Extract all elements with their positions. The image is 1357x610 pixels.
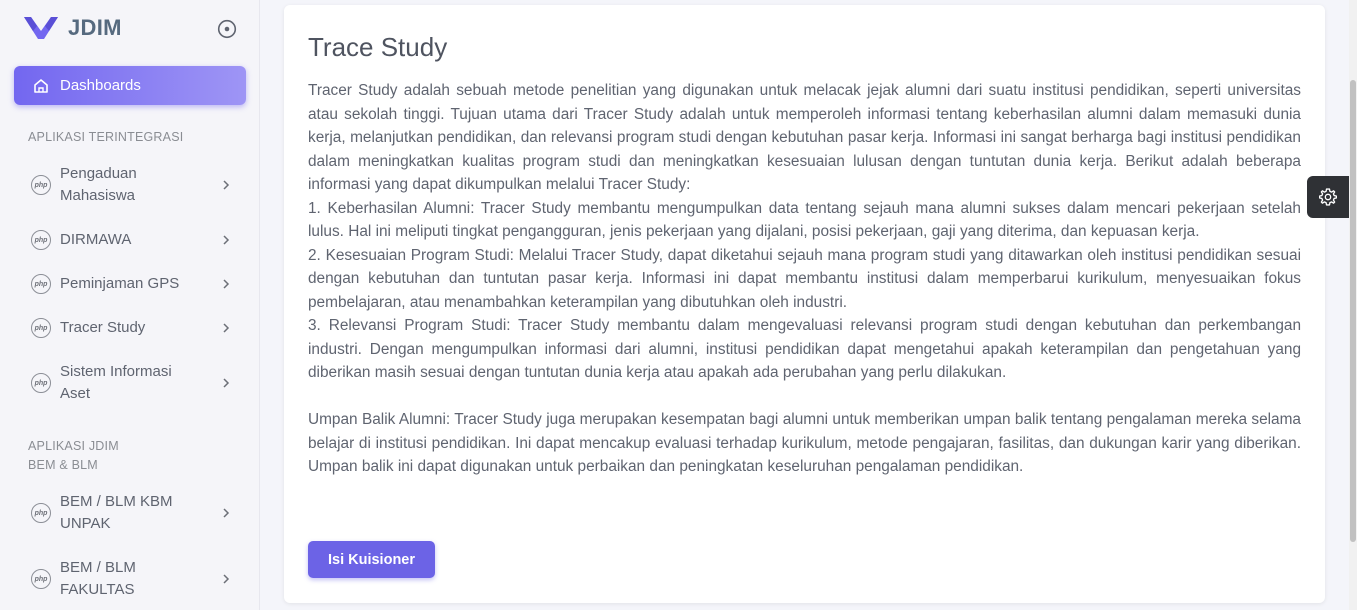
page-title: Trace Study: [308, 32, 448, 62]
php-icon: php: [31, 175, 51, 195]
sidebar-item-bem-blm-fakultas[interactable]: php BEM / BLM FAKULTAS: [14, 557, 246, 601]
page-scrollbar[interactable]: [1349, 0, 1357, 610]
chevron-right-icon: [223, 180, 230, 190]
sidebar-item-tracer-study[interactable]: php Tracer Study: [14, 317, 246, 339]
card-body: Tracer Study adalah sebuah metode peneli…: [308, 79, 1301, 479]
php-icon: php: [31, 373, 51, 393]
sidebar-item-dashboards[interactable]: Dashboards: [14, 66, 246, 105]
php-icon: php: [31, 318, 51, 338]
intro-paragraph: Tracer Study adalah sebuah metode peneli…: [308, 82, 1301, 193]
circle-dot-icon[interactable]: [217, 19, 237, 39]
home-icon: [34, 78, 48, 93]
sidebar-item-label: DIRMAWA: [60, 231, 132, 248]
sidebar-item-label: Dashboards: [60, 77, 141, 94]
point-relevansi-program-studi: 3. Relevansi Program Studi: Tracer Study…: [308, 317, 1301, 381]
chevron-right-icon: [223, 508, 230, 518]
scrollbar-thumb[interactable]: [1350, 80, 1356, 542]
brand-name: JDIM: [68, 15, 122, 40]
chevron-right-icon: [223, 323, 230, 333]
section-header-jdim: APLIKASI JDIM BEM & BLM: [28, 437, 119, 475]
brand[interactable]: JDIM: [23, 14, 122, 42]
feedback-paragraph: Umpan Balik Alumni: Tracer Study juga me…: [308, 411, 1301, 475]
chevron-right-icon: [223, 235, 230, 245]
section-header-line: BEM & BLM: [28, 458, 98, 472]
sidebar-item-label: BEM / BLM FAKULTAS: [60, 559, 136, 598]
php-icon: php: [31, 230, 51, 250]
php-icon: php: [31, 503, 51, 523]
chevron-right-icon: [223, 574, 230, 584]
sidebar-item-label: Peminjaman GPS: [60, 275, 180, 292]
sidebar-item-label: Sistem Informasi Aset: [60, 363, 172, 402]
sidebar: JDIM Dashboards APLIKASI TERINTEGRASI ph…: [0, 0, 260, 610]
point-kesesuaian-program-studi: 2. Kesesuaian Program Studi: Melalui Tra…: [308, 246, 1301, 311]
php-icon: php: [31, 569, 51, 589]
php-icon: php: [31, 274, 51, 294]
sidebar-item-label: Tracer Study: [60, 319, 146, 336]
section-header-line: APLIKASI JDIM: [28, 439, 119, 453]
sidebar-item-sistem-informasi-aset[interactable]: php Sistem Informasi Aset: [14, 361, 246, 405]
sidebar-item-peminjaman-gps[interactable]: php Peminjaman GPS: [14, 273, 246, 295]
jdim-logo-icon: [24, 17, 58, 39]
isi-kuisioner-button[interactable]: Isi Kuisioner: [308, 541, 435, 578]
sidebar-item-label: Pengaduan Mahasiswa: [60, 165, 137, 204]
sidebar-item-pengaduan-mahasiswa[interactable]: php Pengaduan Mahasiswa: [14, 163, 246, 207]
gear-icon: [1319, 188, 1337, 206]
trace-study-card: Trace Study Tracer Study adalah sebuah m…: [284, 5, 1325, 603]
chevron-right-icon: [223, 279, 230, 289]
section-header-integrated: APLIKASI TERINTEGRASI: [28, 130, 184, 144]
settings-button[interactable]: [1307, 176, 1349, 218]
sidebar-item-label: BEM / BLM KBM UNPAK: [60, 493, 173, 532]
chevron-right-icon: [223, 378, 230, 388]
point-keberhasilan-alumni: 1. Keberhasilan Alumni: Tracer Study mem…: [308, 199, 1301, 241]
sidebar-item-bem-blm-kbm-unpak[interactable]: php BEM / BLM KBM UNPAK: [14, 491, 246, 535]
sidebar-item-dirmawa[interactable]: php DIRMAWA: [14, 229, 246, 251]
